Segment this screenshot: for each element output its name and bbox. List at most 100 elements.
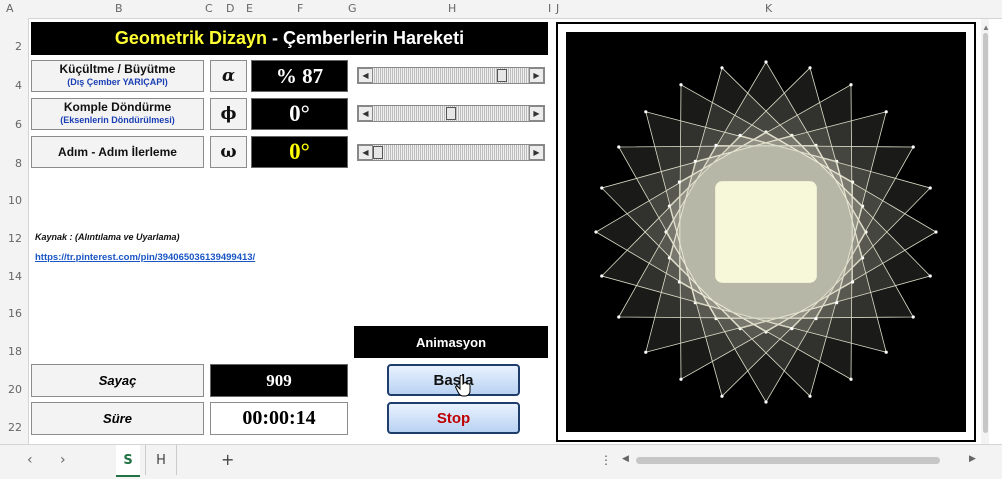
title-part-1: Geometrik Dizayn (114, 28, 267, 48)
scroll-up-icon[interactable]: ▲ (982, 23, 990, 32)
omega-symbol-box: ω (210, 136, 247, 168)
pattern-vertex (934, 230, 938, 234)
row-header[interactable]: 6 (15, 118, 22, 131)
alpha-symbol-box: α (210, 60, 247, 92)
source-link[interactable]: https://tr.pinterest.com/pin/39406503613… (35, 252, 255, 263)
row-header[interactable]: 18 (8, 345, 22, 358)
chevron-right-icon[interactable]: › (60, 452, 66, 468)
start-button[interactable]: Başla (387, 364, 520, 397)
pattern-vertex (764, 400, 768, 404)
pattern-vertex (644, 350, 648, 354)
vertical-ellipsis-icon[interactable]: ⋮ (600, 453, 612, 467)
row-header-bar: 2 4 6 8 10 12 14 16 18 20 22 (0, 18, 29, 444)
pattern-vertex (644, 110, 648, 114)
row-header[interactable]: 8 (15, 157, 22, 170)
scale-label: Küçültme / Büyütme (Dış Çember YARIÇAPI) (31, 60, 204, 92)
sheet-tab-h[interactable]: H (145, 445, 177, 475)
step-label: Adım - Adım İlerleme (31, 136, 204, 168)
column-header-g[interactable]: G (348, 2, 357, 15)
pattern-vertex (808, 66, 812, 70)
pattern-vertex (764, 60, 768, 64)
pattern-vertex (617, 145, 621, 149)
slider-right-arrow[interactable]: ▶ (529, 68, 544, 83)
title-separator: - (266, 28, 283, 48)
time-value: 00:00:14 (210, 402, 348, 435)
sheet-tab-bar: ‹ › S H + ⋮ ◀ ▶ (0, 444, 1002, 479)
slider-left-arrow[interactable]: ◀ (358, 106, 373, 121)
row-header[interactable]: 12 (8, 232, 22, 245)
row-header[interactable]: 10 (8, 194, 22, 207)
row-header[interactable]: 20 (8, 383, 22, 396)
source-label: Kaynak : (Alıntılama ve Uyarlama) (35, 232, 180, 242)
pattern-vertex (849, 83, 853, 87)
page-title: Geometrik Dizayn - Çemberlerin Hareketi (31, 22, 548, 55)
pattern-vertex (679, 377, 683, 381)
time-label: Süre (31, 402, 204, 435)
column-header-c[interactable]: C (205, 2, 213, 15)
pattern-vertex (849, 377, 853, 381)
slider-right-arrow[interactable]: ▶ (529, 145, 544, 160)
drawing-frame (556, 22, 976, 442)
pattern-vertex (808, 394, 812, 398)
vertical-scrollbar[interactable]: ▲ (981, 19, 990, 444)
hand-cursor-icon (455, 375, 471, 397)
row-header[interactable]: 22 (8, 421, 22, 434)
pattern-vertex (790, 326, 794, 331)
pattern-vertex (911, 145, 915, 149)
column-header-a[interactable]: A (6, 2, 14, 15)
column-header-b[interactable]: B (115, 2, 123, 15)
slider-thumb[interactable] (373, 146, 383, 159)
pattern-vertex (600, 186, 604, 190)
phi-symbol: ϕ (220, 104, 237, 124)
pattern-vertex (884, 350, 888, 354)
step-value: 0° (251, 136, 348, 168)
alpha-symbol: α (221, 66, 236, 86)
scroll-left-icon[interactable]: ◀ (622, 454, 629, 464)
column-header-k[interactable]: K (765, 2, 772, 15)
slider-right-arrow[interactable]: ▶ (529, 106, 544, 121)
scale-label-title: Küçültme / Büyütme (59, 62, 176, 76)
pattern-vertex (714, 143, 718, 147)
vertical-scroll-thumb[interactable] (983, 33, 988, 433)
pattern-vertex (720, 66, 724, 70)
pattern-vertex (814, 317, 818, 321)
chevron-left-icon[interactable]: ‹ (27, 452, 33, 468)
sheet-tab-s[interactable]: S (116, 445, 140, 477)
row-header[interactable]: 16 (8, 307, 22, 320)
slider-left-arrow[interactable]: ◀ (358, 145, 373, 160)
animation-header: Animasyon (354, 326, 548, 358)
pattern-vertex (911, 315, 915, 319)
step-slider[interactable]: ◀ ▶ (357, 144, 545, 161)
column-header-e[interactable]: E (246, 2, 253, 15)
column-header-f[interactable]: F (297, 2, 303, 15)
slider-thumb[interactable] (497, 69, 508, 82)
geometric-pattern (594, 60, 938, 404)
rotation-label-title: Komple Döndürme (63, 100, 172, 114)
scale-slider[interactable]: ◀ ▶ (357, 67, 545, 84)
scroll-right-icon[interactable]: ▶ (969, 454, 976, 464)
omega-symbol: ω (220, 142, 237, 162)
step-label-title: Adım - Adım İlerleme (58, 145, 177, 159)
horizontal-scroll-thumb[interactable] (636, 457, 940, 464)
phi-symbol-box: ϕ (210, 98, 247, 130)
column-header-d[interactable]: D (226, 2, 234, 15)
row-header[interactable]: 14 (8, 270, 22, 283)
column-header-bar: A B C D E F G H I J K (0, 0, 1002, 19)
rotation-slider[interactable]: ◀ ▶ (357, 105, 545, 122)
plus-icon[interactable]: + (221, 450, 234, 469)
row-header[interactable]: 4 (15, 79, 22, 92)
slider-thumb[interactable] (446, 107, 456, 120)
pattern-vertex (600, 274, 604, 278)
pattern-vertex (851, 280, 855, 284)
slider-left-arrow[interactable]: ◀ (358, 68, 373, 83)
column-header-h[interactable]: H (448, 2, 456, 15)
rotation-value: 0° (251, 98, 348, 130)
counter-label: Sayaç (31, 364, 204, 397)
column-header-j[interactable]: J (556, 2, 559, 15)
column-header-i[interactable]: I (548, 2, 551, 15)
worksheet[interactable]: Geometrik Dizayn - Çemberlerin Hareketi … (29, 19, 990, 444)
row-header[interactable]: 2 (15, 40, 22, 53)
pattern-vertex (720, 394, 724, 398)
stop-button[interactable]: Stop (387, 402, 520, 434)
pattern-vertex (693, 159, 697, 163)
